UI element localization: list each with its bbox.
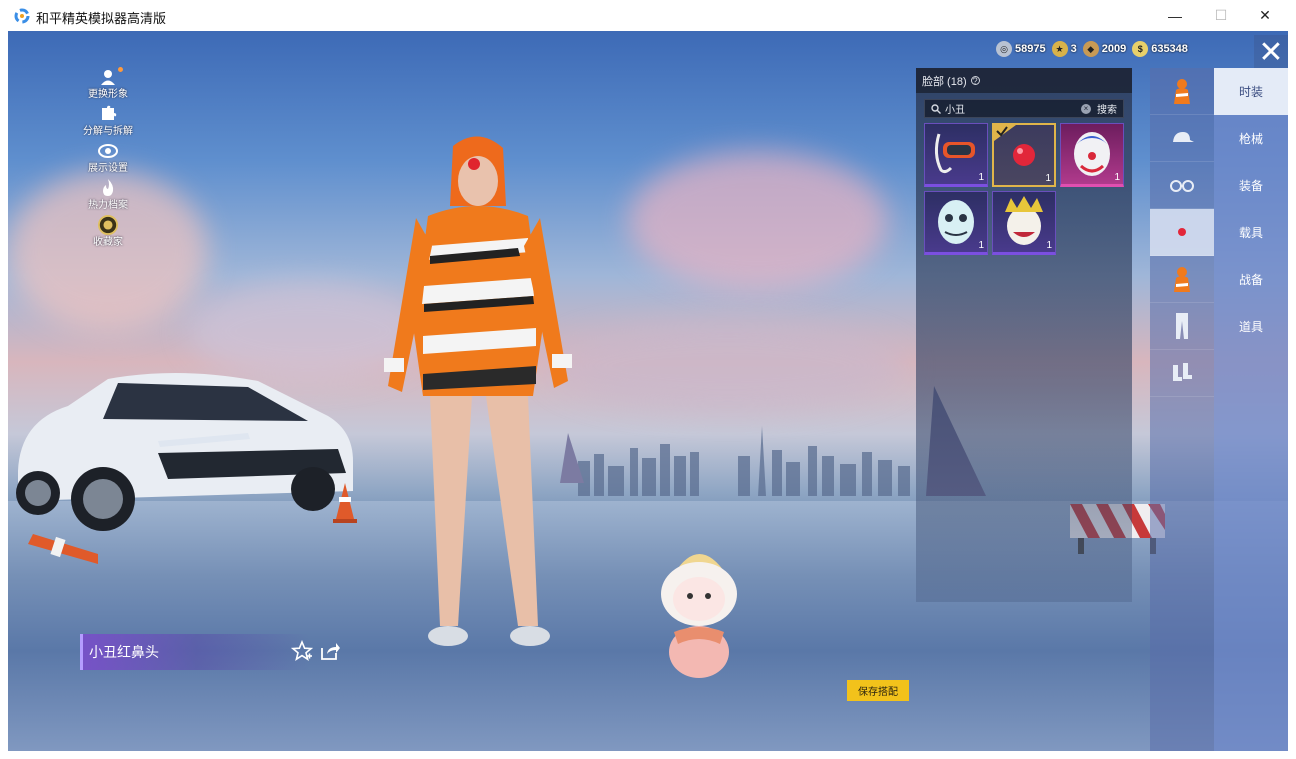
category-face[interactable] <box>1150 209 1214 256</box>
item-count: 1 <box>1046 240 1052 251</box>
favorite-star-icon[interactable] <box>291 640 313 662</box>
item-clown-red-nose[interactable]: 1 <box>992 123 1056 187</box>
item-gold-crown-mask[interactable]: 1 <box>992 191 1056 255</box>
minimize-button[interactable]: — <box>1152 0 1198 31</box>
category-headwear[interactable] <box>1150 115 1214 162</box>
menu-label: 热力档案 <box>88 200 128 211</box>
silver-coin-icon: ◎ <box>996 41 1012 57</box>
traffic-cone <box>333 483 357 523</box>
category-pants[interactable] <box>1150 303 1214 350</box>
save-outfit-button[interactable]: 保存搭配 <box>847 680 909 701</box>
selected-item-name: 小丑红鼻头 <box>89 644 159 660</box>
menu-label: 展示设置 <box>88 163 128 174</box>
top-outfit-icon <box>1174 267 1190 292</box>
collector-button[interactable]: 收藏家 <box>68 215 148 252</box>
currency-silver[interactable]: ◎ 58975 <box>996 41 1046 57</box>
decompose-button[interactable]: 分解与拆解 <box>68 104 148 141</box>
gold-coin-icon: $ <box>1132 41 1149 57</box>
item-count: 1 <box>1045 173 1051 184</box>
cap-icon <box>1173 132 1194 142</box>
info-icon[interactable]: ? <box>970 76 980 86</box>
search-input[interactable]: 小丑 <box>945 101 1081 116</box>
category-shoes[interactable] <box>1150 350 1214 397</box>
inventory-title: 脸部 (18) <box>922 75 967 88</box>
glasses-icon <box>1170 180 1194 192</box>
category-icon-strip <box>1150 68 1214 751</box>
item-snorkel-mask[interactable]: 1 <box>924 123 988 187</box>
tab-equipment[interactable]: 装备 <box>1214 162 1288 209</box>
flame-icon <box>98 178 118 198</box>
change-appearance-button[interactable]: 更换形象 <box>68 67 148 104</box>
category-tabs: 时装 枪械 装备 载具 战备 道具 <box>1214 68 1288 751</box>
currency-value: 2009 <box>1101 43 1127 55</box>
currency-bronze[interactable]: ◆ 2009 <box>1082 41 1127 57</box>
window-title: 和平精英模拟器高清版 <box>36 11 167 26</box>
menu-label: 更换形象 <box>88 89 128 100</box>
sky-cloud <box>628 151 888 291</box>
currency-value: 3 <box>1070 43 1077 55</box>
currency-bar: ◎ 58975 ★ 3 ◆ 2009 $ 635348 <box>996 40 1188 58</box>
bronze-coin-icon: ◆ <box>1082 41 1099 57</box>
suv-vehicle <box>16 372 353 531</box>
currency-medal[interactable]: ★ 3 <box>1051 41 1077 57</box>
category-top[interactable] <box>1150 256 1214 303</box>
notification-dot <box>118 67 123 72</box>
currency-value: 635348 <box>1151 43 1188 55</box>
sky-cloud <box>548 321 908 411</box>
game-viewport: 更换形象 分解与拆解 展示设置 热力档案 收藏家 ◎ 58975 ★ 3 ◆ 2… <box>8 31 1288 751</box>
menu-label: 分解与拆解 <box>83 126 133 137</box>
tab-combat-gear[interactable]: 战备 <box>1214 256 1288 303</box>
inventory-header: 脸部 (18) ? <box>916 68 1132 93</box>
pants-icon <box>1176 313 1188 339</box>
tab-vehicles[interactable]: 载具 <box>1214 209 1288 256</box>
search-box[interactable]: 小丑 × 搜索 <box>924 99 1124 118</box>
app-logo-icon <box>14 8 30 24</box>
tab-fashion[interactable]: 时装 <box>1214 68 1288 115</box>
traffic-cone <box>28 534 98 564</box>
share-icon[interactable] <box>319 640 341 662</box>
tab-weapons[interactable]: 枪械 <box>1214 115 1288 162</box>
character-icon <box>1174 79 1190 104</box>
medal-icon: ★ <box>1051 41 1068 57</box>
category-glasses[interactable] <box>1150 162 1214 209</box>
display-settings-button[interactable]: 展示设置 <box>68 141 148 178</box>
city-skyline <box>578 426 910 496</box>
title-bar: 和平精英模拟器高清版 — ☐ ✕ <box>0 0 1296 31</box>
selected-item-label: 小丑红鼻头 <box>80 634 310 670</box>
selected-check-icon <box>994 125 1016 141</box>
red-nose <box>468 158 480 170</box>
item-count: 1 <box>978 172 984 183</box>
search-button[interactable]: 搜索 <box>1097 101 1117 116</box>
player-character <box>384 136 572 646</box>
item-ghost-mask[interactable]: 1 <box>924 191 988 255</box>
maximize-button[interactable]: ☐ <box>1198 0 1244 31</box>
search-icon <box>929 102 943 116</box>
close-window-button[interactable]: ✕ <box>1242 0 1288 31</box>
avatar-icon <box>98 67 118 87</box>
collection-badge-icon <box>98 215 118 235</box>
eye-icon <box>98 141 118 161</box>
pet-doll <box>661 554 737 678</box>
left-menu: 更换形象 分解与拆解 展示设置 热力档案 收藏家 <box>68 67 148 252</box>
puzzle-icon <box>98 104 118 124</box>
category-character[interactable] <box>1150 68 1214 115</box>
menu-label: 收藏家 <box>93 237 123 248</box>
close-wardrobe-button[interactable]: ✕ <box>1254 35 1288 69</box>
app-window: 和平精英模拟器高清版 — ☐ ✕ 更换形象 分解与拆解 展示设置 热力档案 收藏… <box>0 0 1296 759</box>
item-count: 1 <box>1114 172 1120 183</box>
heat-archive-button[interactable]: 热力档案 <box>68 178 148 215</box>
shoes-icon <box>1173 363 1192 381</box>
currency-value: 58975 <box>1015 43 1046 55</box>
currency-gold[interactable]: $ 635348 <box>1132 41 1188 57</box>
item-clown-mask-white[interactable]: 1 <box>1060 123 1124 187</box>
clear-search-icon[interactable]: × <box>1081 103 1091 114</box>
tab-props[interactable]: 道具 <box>1214 303 1288 350</box>
inventory-panel: 脸部 (18) ? 小丑 × 搜索 1 1 1 1 1 <box>916 68 1132 602</box>
red-nose-icon <box>1178 228 1186 236</box>
item-count: 1 <box>978 240 984 251</box>
